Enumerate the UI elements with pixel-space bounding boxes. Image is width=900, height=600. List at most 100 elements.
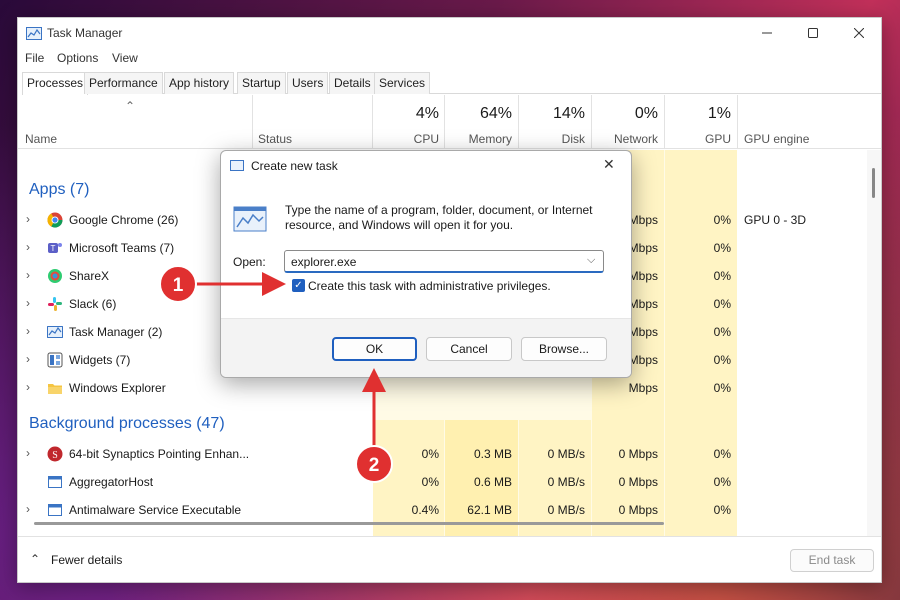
- end-task-button[interactable]: End task: [790, 549, 874, 572]
- process-name: ShareX: [69, 269, 110, 283]
- scrollbar-thumb[interactable]: [872, 168, 875, 198]
- column-divider: [518, 95, 519, 149]
- admin-privileges-checkbox[interactable]: ✓: [292, 279, 305, 292]
- sort-up-icon: ⌃: [125, 99, 136, 113]
- chevron-right-icon[interactable]: ›: [26, 240, 30, 254]
- column-network[interactable]: Network: [595, 132, 658, 146]
- ok-button[interactable]: OK: [332, 337, 417, 361]
- column-gpu[interactable]: GPU: [668, 132, 731, 146]
- column-divider: [591, 95, 592, 149]
- tab-startup[interactable]: Startup: [237, 72, 286, 94]
- menu-bar: File Options View: [18, 49, 881, 69]
- network-value: 0 Mbps: [618, 475, 658, 489]
- admin-privileges-label[interactable]: Create this task with administrative pri…: [308, 279, 551, 293]
- gpu-value: 0%: [713, 447, 731, 461]
- group-apps: Apps (7): [29, 181, 90, 198]
- horizontal-scrollbar[interactable]: [34, 522, 664, 525]
- column-divider: [737, 95, 738, 149]
- column-divider: [664, 95, 665, 149]
- process-name: Microsoft Teams (7): [69, 241, 175, 255]
- gpu-value: 0%: [713, 241, 731, 255]
- disk-value: 0 MB/s: [547, 503, 585, 517]
- cpu-value: 0.4%: [411, 503, 439, 517]
- chevron-down-icon[interactable]: ⌵: [587, 254, 595, 267]
- tab-performance[interactable]: Performance: [84, 72, 163, 94]
- table-row[interactable]: AggregatorHost 0% 0.6 MB 0 MB/s 0 Mbps 0…: [18, 468, 881, 496]
- network-percent: 0%: [634, 105, 658, 122]
- chevron-up-icon[interactable]: ⌃: [30, 552, 40, 566]
- process-name: Windows Explorer: [69, 381, 166, 395]
- browse-button[interactable]: Browse...: [521, 337, 607, 361]
- chrome-icon: [47, 212, 63, 228]
- memory-value: 0.6 MB: [473, 475, 512, 489]
- window-title: Task Manager: [47, 26, 123, 40]
- menu-options[interactable]: Options: [57, 51, 98, 65]
- close-button[interactable]: [836, 18, 881, 48]
- group-background: Background processes (47): [29, 415, 225, 432]
- column-divider: [372, 95, 373, 149]
- chevron-right-icon[interactable]: ›: [26, 352, 30, 366]
- tab-processes[interactable]: Processes: [22, 72, 89, 95]
- tab-users[interactable]: Users: [287, 72, 329, 94]
- footer-bar: ⌃ Fewer details End task: [18, 536, 881, 582]
- open-combobox[interactable]: explorer.exe ⌵: [284, 250, 604, 273]
- maximize-icon: [808, 28, 818, 38]
- cpu-value: 0%: [421, 475, 439, 489]
- cancel-button[interactable]: Cancel: [426, 337, 512, 361]
- tab-strip: Processes Performance App history Startu…: [22, 72, 881, 95]
- table-row[interactable]: › Windows Explorer Mbps 0%: [18, 374, 881, 402]
- create-new-task-dialog: Create new task ✕ Type the name of a pro…: [220, 150, 632, 378]
- chevron-right-icon[interactable]: ›: [26, 212, 30, 226]
- column-disk[interactable]: Disk: [522, 132, 585, 146]
- network-value: Mbps: [628, 381, 658, 395]
- vertical-scrollbar[interactable]: [867, 150, 881, 536]
- disk-value: 0 MB/s: [547, 447, 585, 461]
- chevron-right-icon[interactable]: ›: [26, 324, 30, 338]
- menu-view[interactable]: View: [112, 51, 138, 65]
- table-row[interactable]: › Antimalware Service Executable 0.4% 62…: [18, 496, 881, 524]
- process-name: 64-bit Synaptics Pointing Enhan...: [69, 447, 250, 461]
- run-icon: [230, 160, 244, 171]
- process-name: Slack (6): [69, 297, 117, 311]
- open-input-value[interactable]: explorer.exe: [291, 255, 356, 269]
- column-cpu[interactable]: CPU: [378, 132, 439, 146]
- process-name: Task Manager (2): [69, 325, 163, 339]
- service-icon: [48, 476, 62, 488]
- column-divider: [252, 95, 253, 149]
- tab-services[interactable]: Services: [374, 72, 431, 94]
- open-label: Open:: [233, 255, 266, 269]
- chevron-right-icon[interactable]: ›: [26, 296, 30, 310]
- dialog-button-bar: OK Cancel Browse...: [221, 318, 631, 377]
- column-gpu-engine[interactable]: GPU engine: [744, 132, 809, 146]
- memory-value: 0.3 MB: [473, 447, 512, 461]
- disk-percent: 14%: [552, 105, 585, 122]
- chevron-right-icon[interactable]: ›: [26, 446, 30, 460]
- fewer-details-link[interactable]: Fewer details: [51, 553, 122, 567]
- gpu-engine-value: GPU 0 - 3D: [744, 213, 807, 227]
- widgets-icon: [47, 352, 63, 368]
- tab-details[interactable]: Details: [329, 72, 376, 94]
- chevron-right-icon[interactable]: ›: [26, 268, 30, 282]
- folder-icon: [48, 384, 62, 394]
- run-program-icon: [233, 206, 267, 232]
- chevron-right-icon[interactable]: ›: [26, 380, 30, 394]
- close-icon[interactable]: ✕: [603, 156, 615, 173]
- slack-icon: [48, 297, 62, 311]
- table-row[interactable]: › S 64-bit Synaptics Pointing Enhan... 0…: [18, 440, 881, 468]
- title-bar: Task Manager: [18, 18, 881, 48]
- minimize-button[interactable]: [744, 18, 790, 48]
- teams-icon: T: [48, 243, 62, 253]
- cpu-value: 0%: [421, 447, 439, 461]
- column-status[interactable]: Status: [258, 132, 292, 146]
- process-name: Antimalware Service Executable: [69, 503, 242, 517]
- gpu-value: 0%: [713, 381, 731, 395]
- chevron-right-icon[interactable]: ›: [26, 502, 30, 516]
- gpu-value: 0%: [713, 269, 731, 283]
- tab-app-history[interactable]: App history: [164, 72, 235, 94]
- menu-file[interactable]: File: [25, 51, 44, 65]
- gpu-value: 0%: [713, 353, 731, 367]
- column-name[interactable]: Name: [25, 132, 57, 146]
- column-memory[interactable]: Memory: [448, 132, 512, 146]
- gpu-value: 0%: [713, 297, 731, 311]
- maximize-button[interactable]: [790, 18, 836, 48]
